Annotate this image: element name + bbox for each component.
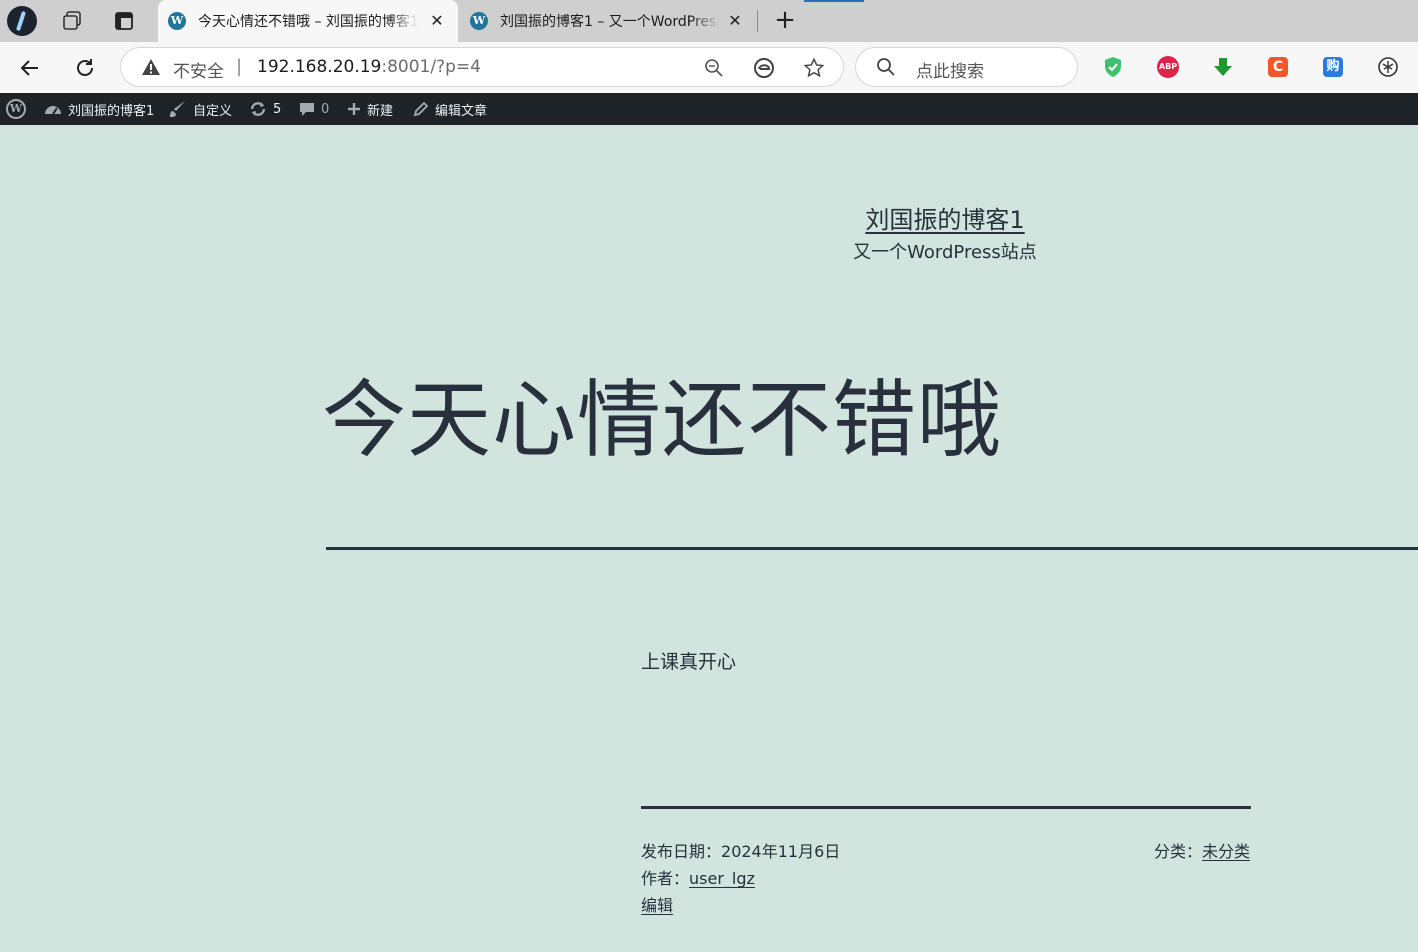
arrow-left-icon — [20, 60, 38, 76]
admin-bar-updates[interactable]: 5 — [249, 93, 281, 125]
adblock-extension-icon[interactable]: ABP — [1156, 55, 1180, 79]
plus-icon — [348, 103, 360, 115]
pencil-icon — [413, 101, 429, 117]
updates-count: 5 — [273, 101, 282, 117]
close-tab-icon[interactable]: ✕ — [724, 10, 746, 32]
warning-icon[interactable] — [141, 58, 161, 80]
date-value: 2024年11月6日 — [721, 842, 841, 861]
category-link[interactable]: 未分类 — [1202, 842, 1250, 861]
wp-logo-menu[interactable]: W — [6, 93, 26, 125]
author-label: 作者： — [641, 869, 690, 888]
comment-icon — [300, 103, 314, 116]
favorite-star-icon[interactable] — [802, 56, 826, 80]
edge-app-icon[interactable] — [752, 56, 776, 80]
url-host: 192.168.20.19 — [257, 57, 382, 77]
vertical-tabs-icon[interactable] — [108, 5, 140, 37]
tab-site-home[interactable]: W 刘国振的博客1 – 又一个WordPress站点 ✕ — [460, 0, 756, 42]
tab-accent-line — [804, 0, 864, 2]
post-date: 发布日期：2024年11月6日 — [641, 838, 840, 862]
post-category: 分类：未分类 — [1154, 838, 1250, 862]
collections-icon[interactable] — [56, 5, 88, 37]
wordpress-favicon-icon: W — [168, 12, 186, 30]
comments-count: 0 — [321, 101, 330, 117]
post-edit: 编辑 — [641, 892, 673, 916]
reload-button[interactable] — [69, 52, 101, 84]
date-label: 发布日期： — [641, 842, 722, 861]
back-button[interactable] — [14, 52, 46, 84]
category-label: 分类： — [1154, 842, 1203, 861]
edit-post-link[interactable]: 编辑 — [641, 896, 673, 915]
post-title: 今天心情还不错哦 — [322, 371, 1003, 469]
admin-bar-customize[interactable]: 自定义 — [169, 93, 232, 125]
admin-bar-new[interactable]: 新建 — [347, 93, 393, 125]
post-author: 作者：user_lgz — [641, 865, 755, 889]
site-title-link[interactable]: 刘国振的博客1 — [760, 200, 1130, 235]
site-description: 又一个WordPress站点 — [853, 242, 1037, 263]
dashboard-icon — [45, 106, 61, 115]
admin-bar-new-label: 新建 — [367, 103, 394, 119]
download-extension-icon[interactable] — [1211, 55, 1235, 79]
title-divider — [326, 547, 1418, 550]
shield-extension-icon[interactable] — [1101, 55, 1125, 79]
admin-bar-site-label: 刘国振的博客1 — [68, 103, 155, 119]
paintbrush-icon — [170, 101, 185, 117]
profile-avatar[interactable] — [6, 5, 38, 37]
search-placeholder: 点此搜索 — [916, 62, 984, 82]
palm-extension-icon[interactable] — [1376, 55, 1400, 79]
gou-badge: 购 — [1323, 57, 1343, 77]
refresh-icon — [77, 59, 93, 76]
search-box[interactable]: 点此搜索 — [855, 47, 1078, 87]
avatar — [7, 6, 37, 36]
admin-bar-customize-label: 自定义 — [193, 103, 233, 119]
new-tab-button[interactable]: + — [770, 6, 800, 36]
post-footer-divider — [641, 806, 1251, 809]
close-tab-icon[interactable]: ✕ — [426, 10, 448, 32]
address-separator: | — [236, 56, 243, 77]
abp-badge: ABP — [1157, 56, 1179, 78]
admin-bar-comments[interactable]: 0 — [299, 93, 329, 125]
admin-bar-edit-label: 编辑文章 — [435, 103, 488, 119]
admin-bar-edit-post[interactable]: 编辑文章 — [413, 93, 487, 125]
c-badge: C — [1268, 57, 1288, 77]
zoom-out-icon[interactable] — [702, 56, 726, 80]
wordpress-favicon-icon: W — [470, 12, 488, 30]
tab-title: 今天心情还不错哦 – 刘国振的博客1 — [198, 14, 418, 30]
c-extension-icon[interactable]: C — [1266, 55, 1290, 79]
tab-title: 刘国振的博客1 – 又一个WordPress站点 — [500, 14, 720, 30]
shopping-extension-icon[interactable]: 购 — [1321, 55, 1345, 79]
browser-tab-strip: W 今天心情还不错哦 – 刘国振的博客1 ✕ W 刘国振的博客1 – 又一个Wo… — [0, 0, 1418, 42]
post-content: 上课真开心 — [641, 651, 737, 673]
url-path: :8001/?p=4 — [381, 57, 481, 77]
admin-bar-site-name[interactable]: 刘国振的博客1 — [44, 93, 154, 125]
url-text[interactable]: 192.168.20.19:8001/?p=4 — [257, 57, 481, 77]
search-icon — [876, 57, 896, 81]
updates-icon — [250, 102, 266, 116]
wordpress-logo-icon: W — [6, 99, 26, 119]
tab-divider — [757, 10, 758, 32]
address-bar[interactable]: 不安全 | 192.168.20.19:8001/?p=4 — [120, 47, 844, 87]
author-link[interactable]: user_lgz — [689, 869, 755, 888]
security-label[interactable]: 不安全 — [173, 57, 224, 82]
wp-admin-bar: W 刘国振的博客1 自定义 5 0 新建 编辑文章 — [0, 93, 1418, 125]
browser-toolbar: 不安全 | 192.168.20.19:8001/?p=4 点此搜索 ABP C… — [0, 42, 1418, 93]
tab-current-post[interactable]: W 今天心情还不错哦 – 刘国振的博客1 ✕ — [158, 0, 458, 42]
